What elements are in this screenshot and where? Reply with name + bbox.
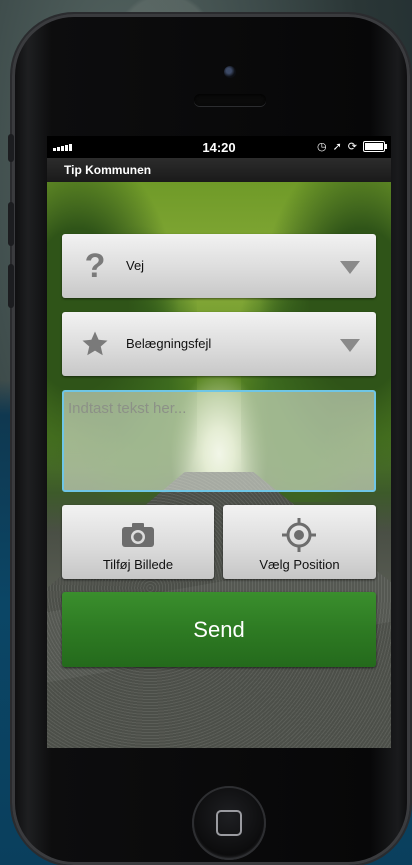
app-title-bar: Tip Kommunen <box>47 158 391 182</box>
earpiece-speaker <box>194 94 266 106</box>
volume-down-button <box>8 264 14 308</box>
alarm-icon: ◷ <box>316 141 327 153</box>
category-dropdown[interactable]: ? Vej <box>62 234 376 298</box>
star-icon <box>80 329 110 359</box>
status-bar: 14:20 ◷ ➚ ⟳ <box>47 136 391 158</box>
main-content: ? Vej Belægningsfejl Indtast tekst her..… <box>47 182 391 748</box>
chevron-down-icon <box>340 261 360 274</box>
volume-up-button <box>8 202 14 246</box>
category-selected-value: Vej <box>126 258 145 273</box>
chevron-down-icon <box>340 339 360 352</box>
choose-position-label: Vælg Position <box>259 557 340 572</box>
front-camera <box>224 66 236 78</box>
home-square-icon <box>216 810 242 836</box>
add-photo-label: Tilføj Billede <box>102 557 174 572</box>
crosshair-icon <box>282 518 316 552</box>
send-button[interactable]: Send <box>62 592 376 667</box>
message-placeholder: Indtast tekst her... <box>68 400 187 417</box>
rotation-lock-icon: ⟳ <box>347 141 357 153</box>
mute-switch <box>8 134 14 162</box>
choose-position-button[interactable]: Vælg Position <box>223 505 376 579</box>
subcategory-dropdown[interactable]: Belægningsfejl <box>62 312 376 376</box>
battery-icon <box>363 141 387 152</box>
screen: 14:20 ◷ ➚ ⟳ Tip Kommunen ? Vej Belægning… <box>47 136 391 748</box>
status-icons: ◷ ➚ ⟳ <box>316 140 387 153</box>
home-button[interactable] <box>192 786 266 860</box>
add-photo-button[interactable]: Tilføj Billede <box>62 505 214 579</box>
subcategory-selected-value: Belægningsfejl <box>126 336 212 351</box>
question-icon: ? <box>84 247 106 285</box>
location-arrow-icon: ➚ <box>332 141 342 153</box>
camera-icon <box>122 523 154 547</box>
message-textarea[interactable]: Indtast tekst her... <box>62 390 376 492</box>
app-title: Tip Kommunen <box>64 163 152 177</box>
